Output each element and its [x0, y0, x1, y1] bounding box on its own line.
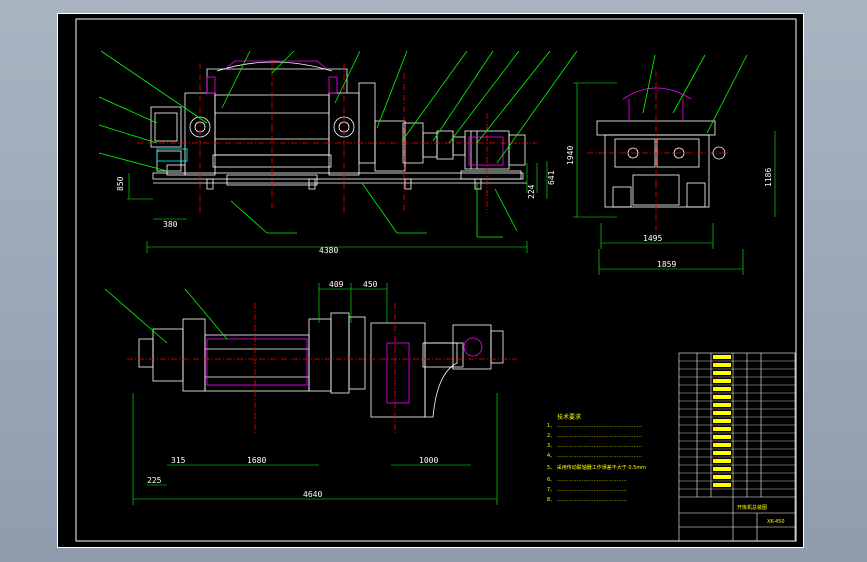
- title-block-cell-text: [713, 363, 731, 367]
- dim-side-width-2: 1859: [657, 260, 676, 269]
- dim-front-total: 4380: [319, 246, 338, 255]
- note-item: 2、 ……………………………………………: [547, 433, 642, 439]
- dim-side-height-2: 1186: [764, 168, 773, 187]
- cad-drawing: 4380 380 850 224 641 1940 1186 1495 1859…: [57, 13, 804, 548]
- note-item: 5、 采用传动联轴器工作误差不大于 0.5mm: [547, 464, 646, 471]
- title-block-cell-text: [713, 427, 731, 431]
- title-block-drawing-no: XK-450: [767, 519, 785, 525]
- outer-frame: [57, 13, 804, 548]
- title-block-cell-text: [713, 387, 731, 391]
- dim-plan-1680: 1680: [247, 456, 266, 465]
- drawing-sheet: 4380 380 850 224 641 1940 1186 1495 1859…: [57, 13, 804, 548]
- title-block-cell-text: [713, 475, 731, 479]
- dim-side-width-1: 1495: [643, 234, 662, 243]
- title-block-cell-text: [713, 379, 731, 383]
- front-view-details: [98, 50, 578, 238]
- title-block: [678, 352, 796, 542]
- plan-view: [104, 283, 517, 505]
- title-block-cell-text: [713, 395, 731, 399]
- side-view: [573, 54, 776, 275]
- dim-plan-450: 450: [363, 280, 378, 289]
- title-block-cell-text: [713, 371, 731, 375]
- title-block-name: 开炼机总装图: [737, 504, 767, 511]
- dim-plan-409: 409: [329, 280, 344, 289]
- dim-plan-225: 225: [147, 476, 162, 485]
- title-block-cell-text: [713, 483, 731, 487]
- note-item: 7、 ……………………………………: [547, 487, 627, 493]
- dim-front-left: 380: [163, 220, 178, 229]
- title-block-cell-text: [713, 443, 731, 447]
- title-block-cell-text: [713, 451, 731, 455]
- dim-plan-1000: 1000: [419, 456, 438, 465]
- title-block-rows: [679, 355, 795, 490]
- note-item: 6、 ……………………………………: [547, 477, 627, 483]
- dim-plan-315: 315: [171, 456, 186, 465]
- title-block-cell-text: [713, 419, 731, 423]
- title-block-cell-text: [713, 459, 731, 463]
- cad-viewport: 4380 380 850 224 641 1940 1186 1495 1859…: [0, 0, 867, 562]
- note-item: 3、 ……………………………………………: [547, 443, 642, 449]
- dim-front-height: 850: [116, 176, 125, 191]
- dim-plan-total: 4640: [303, 490, 322, 499]
- title-block-cell-text: [713, 467, 731, 471]
- dimension-texts: 4380 380 850 224 641 1940 1186 1495 1859…: [116, 146, 773, 499]
- title-block-cell-text: [713, 411, 731, 415]
- title-block-cell-text: [713, 355, 731, 359]
- technical-notes: 技术要求 1、 …………………………………………… 2、 ………………………………: [547, 413, 646, 503]
- dim-front-641: 641: [547, 170, 556, 185]
- note-item: 8、 ……………………………………: [547, 497, 627, 503]
- title-block-cell-text: [713, 435, 731, 439]
- notes-title: 技术要求: [557, 413, 581, 421]
- note-item: 4、 ……………………………………………: [547, 453, 642, 459]
- dim-side-height: 1940: [566, 146, 575, 165]
- title-block-cell-text: [713, 403, 731, 407]
- title-block-text: 开炼机总装图 XK-450: [737, 504, 785, 525]
- dim-front-224: 224: [527, 184, 536, 199]
- note-item: 1、 ……………………………………………: [547, 423, 642, 429]
